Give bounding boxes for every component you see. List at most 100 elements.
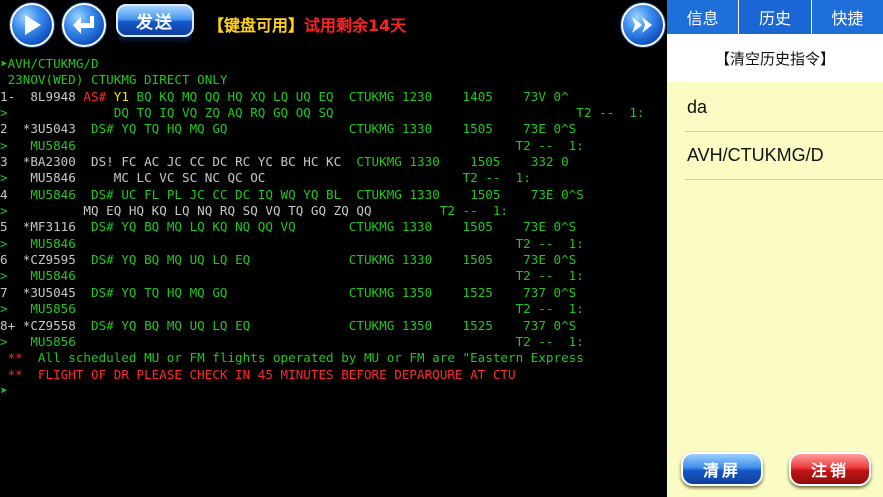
row-field-c: YQ TQ HQ MQ GQ — [113, 284, 349, 300]
row-field-c: MU5846 DS# UC FL PL JC CC DC IQ WQ YQ BL — [30, 186, 357, 202]
row-field-a: 1- 8L9948 — [0, 88, 84, 104]
row-field-a: 3 *BA2300 — [0, 154, 91, 170]
note-mark: ** — [0, 350, 23, 366]
row-field-a: 7 *3U5045 — [0, 284, 91, 300]
trial-remaining: 试用剩余14天 — [304, 16, 407, 35]
note-mark: ** — [0, 366, 23, 382]
flight-row: 8+ *CZ9558 DS# YQ BQ MQ UQ LQ EQ CTUKMG … — [0, 318, 667, 334]
history-list: da AVH/CTUKMG/D — [685, 84, 883, 180]
row-field-a: > — [0, 203, 84, 219]
panel-tabs: 信息 历史 快捷 — [667, 0, 883, 34]
row-field-a: > — [0, 301, 31, 317]
row-field-f: CTUKMG 1330 1505 73E 0^S — [356, 186, 584, 202]
flight-row: 3 *BA2300 DS! FC AC JC CC DC RC YC BC HC… — [0, 154, 667, 170]
row-field-a: 6 *CZ9595 — [0, 252, 91, 268]
green-arrow-icon: ➤ — [0, 56, 8, 71]
row-field-b: DS# — [91, 121, 114, 137]
send-button[interactable]: 发送 — [116, 4, 194, 37]
row-field-f: CTUKMG 1330 1505 73E 0^S — [348, 252, 577, 268]
flight-row: > MU5846 T2 -- 1: — [0, 236, 667, 252]
command-text: AVH/CTUKMG/D — [7, 56, 99, 71]
row-field-f: T2 -- 1: — [75, 137, 584, 153]
row-field-b: DS# — [91, 317, 114, 333]
flight-row: > MU5856 T2 -- 1: — [0, 301, 667, 317]
row-field-a: > — [0, 105, 84, 121]
row-field-c: YQ TQ HQ MQ GQ — [113, 121, 349, 137]
tab-info[interactable]: 信息 — [667, 0, 740, 34]
row-field-a: > — [0, 170, 31, 186]
flight-row: > MU5846 T2 -- 1: — [0, 268, 667, 284]
tab-history[interactable]: 历史 — [739, 0, 812, 34]
send-button-shadow — [118, 36, 192, 44]
row-field-b: DS# — [91, 252, 114, 268]
keyboard-status: 【键盘可用】 — [208, 16, 305, 35]
row-field-e: DQ TQ IQ VQ ZQ AQ RQ GQ OQ SQ — [113, 105, 334, 121]
row-field-c: MU5846 — [30, 268, 76, 284]
play-button[interactable] — [10, 3, 54, 47]
row-field-b: AS# — [83, 88, 107, 104]
row-field-f: CTUKMG 1330 1505 73E 0^S — [348, 219, 577, 235]
row-field-a: 5 *MF3116 — [0, 219, 91, 235]
row-field-a: 2 *3U5043 — [0, 121, 91, 137]
history-item[interactable]: AVH/CTUKMG/D — [685, 132, 883, 180]
row-field-a: > — [0, 268, 31, 284]
tab-shortcuts[interactable]: 快捷 — [812, 0, 883, 34]
row-field-f: T2 -- 1: — [371, 203, 509, 219]
row-field-f: CTUKMG 1330 1505 332 0 — [356, 154, 569, 170]
green-arrow-icon: ➤ — [0, 382, 8, 398]
logout-button[interactable]: 注销 — [789, 452, 871, 486]
flight-row: 6 *CZ9595 DS# YQ BQ MQ UQ LQ EQ CTUKMG 1… — [0, 252, 667, 268]
flight-row: 5 *MF3116 DS# YQ BQ MQ LQ KQ NQ QQ VQ CT… — [0, 219, 667, 235]
play-icon — [25, 15, 41, 35]
row-field-a: 8+ *CZ9558 — [0, 317, 91, 333]
row-field-a: > — [0, 235, 31, 251]
flight-rows: 1- 8L9948 AS# Y1 BQ KQ MQ QQ HQ XQ LQ UQ… — [0, 89, 667, 351]
history-item[interactable]: da — [685, 84, 883, 132]
flight-row: > MQ EQ HQ KQ LQ NQ RQ SQ VQ TQ GQ ZQ QQ… — [0, 203, 667, 219]
flight-row: 1- 8L9948 AS# Y1 BQ KQ MQ QQ HQ XQ LQ UQ… — [0, 89, 667, 105]
row-field-c: MU5856 — [30, 301, 76, 317]
row-field-f: T2 -- 1: — [265, 170, 531, 186]
row-field-a: > — [0, 137, 31, 153]
return-button[interactable] — [62, 3, 106, 47]
fast-forward-icon — [632, 17, 652, 33]
fast-forward-button[interactable] — [621, 3, 665, 47]
row-field-c: YQ BQ MQ LQ KQ NQ QQ VQ — [113, 219, 349, 235]
row-field-b: DS# — [91, 284, 114, 300]
flight-row: 7 *3U5045 DS# YQ TQ HQ MQ GQ CTUKMG 1350… — [0, 285, 667, 301]
row-field-f: CTUKMG 1230 1405 73V 0^ — [348, 88, 569, 104]
row-field-f: CTUKMG 1350 1525 737 0^S — [348, 284, 577, 300]
row-field-c: MU5856 — [30, 333, 76, 349]
row-field-f: T2 -- 1: — [333, 105, 645, 121]
side-panel: 信息 历史 快捷 【清空历史指令】 da AVH/CTUKMG/D 清屏 注销 — [667, 0, 883, 497]
row-field-c: MU5846 MC LC VC SC NC QC OC — [30, 170, 266, 186]
row-field-b: DS# — [91, 219, 114, 235]
row-field-c: MU5846 — [30, 137, 76, 153]
row-field-f: CTUKMG 1350 1525 737 0^S — [348, 317, 577, 333]
clear-history-button[interactable]: 【清空历史指令】 — [667, 34, 883, 82]
trial-status: 【键盘可用】试用剩余14天 — [208, 12, 406, 36]
row-field-c: YQ BQ MQ UQ LQ EQ — [113, 252, 349, 268]
row-field-f: T2 -- 1: — [75, 333, 584, 349]
row-field-f: T2 -- 1: — [75, 268, 584, 284]
command-line: ➤AVH/CTUKMG/D — [0, 56, 667, 72]
row-field-f: CTUKMG 1330 1505 73E 0^S — [348, 121, 577, 137]
row-field-c: MQ EQ HQ KQ LQ NQ RQ SQ VQ TQ GQ ZQ QQ — [83, 203, 372, 219]
flight-row: 4 MU5846 DS# UC FL PL JC CC DC IQ WQ YQ … — [0, 187, 667, 203]
input-prompt[interactable]: ➤ — [0, 383, 667, 399]
row-field-c: YQ BQ MQ UQ LQ EQ — [113, 317, 349, 333]
row-field-c: MU5846 — [30, 235, 76, 251]
row-field-c — [83, 105, 113, 120]
note-line-2: ** FLIGHT OF DR PLEASE CHECK IN 45 MINUT… — [0, 367, 667, 383]
flight-row: > MU5856 T2 -- 1: — [0, 334, 667, 350]
toolbar: 发送 【键盘可用】试用剩余14天 — [0, 0, 667, 48]
row-field-e: BQ KQ MQ QQ HQ XQ LQ UQ EQ — [128, 88, 349, 104]
clear-screen-button[interactable]: 清屏 — [681, 452, 763, 486]
terminal-output[interactable]: ➤AVH/CTUKMG/D 23NOV(WED) CTUKMG DIRECT O… — [0, 56, 667, 497]
row-field-f: T2 -- 1: — [75, 301, 584, 317]
row-field-a: > — [0, 333, 31, 349]
flight-row: > MU5846 T2 -- 1: — [0, 138, 667, 154]
flight-row: > DQ TQ IQ VQ ZQ AQ RQ GQ OQ SQ T2 -- 1: — [0, 105, 667, 121]
row-field-c: FC AC JC CC DC RC YC BC HC KC — [113, 154, 357, 170]
note-text: FLIGHT OF DR PLEASE CHECK IN 45 MINUTES … — [22, 366, 516, 382]
